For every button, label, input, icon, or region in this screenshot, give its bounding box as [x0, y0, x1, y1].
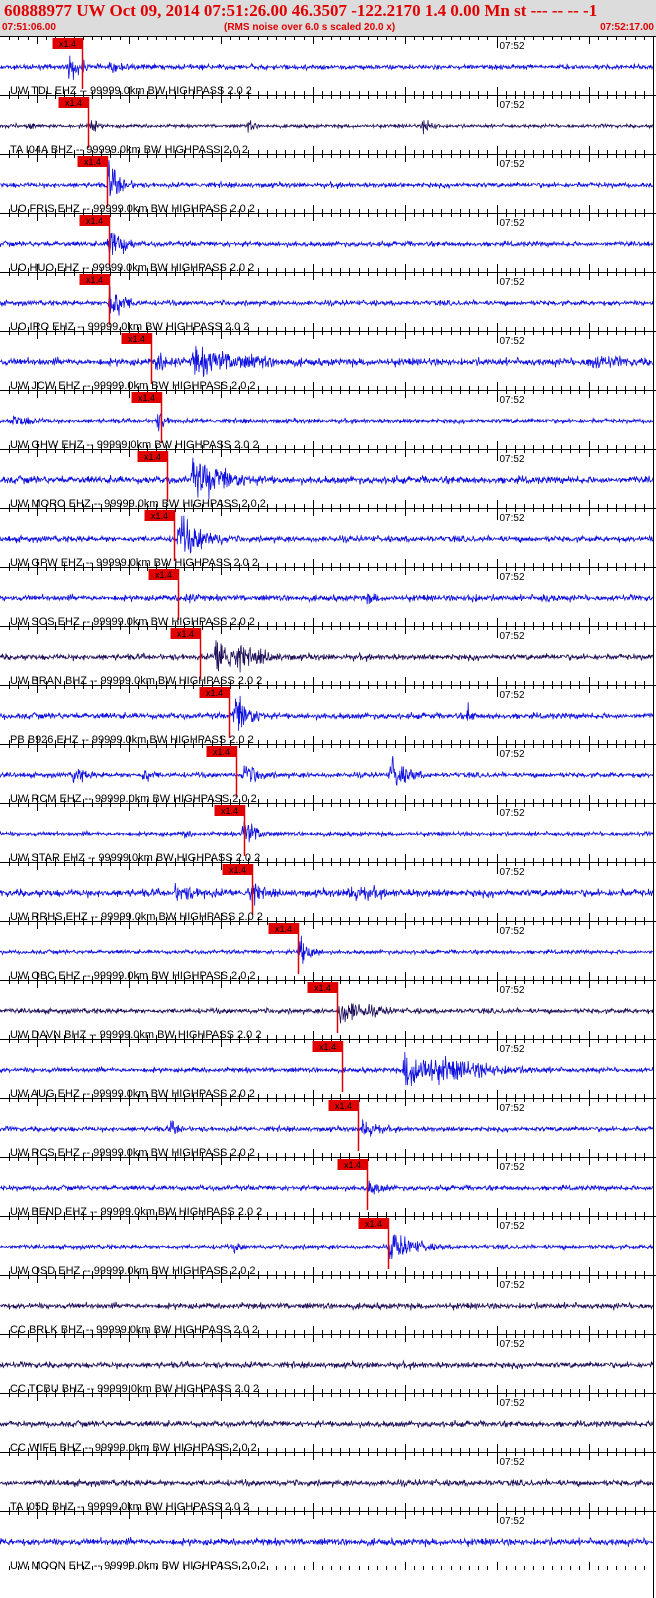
- rms-noise-note: (RMS noise over 6.0 s scaled 20.0 x): [224, 22, 396, 33]
- minute-tick-label: 07:52: [500, 395, 525, 406]
- scale-badge-text: x1.4: [275, 924, 292, 934]
- scale-badge-text: x1.4: [59, 39, 76, 49]
- minute-tick-label: 07:52: [500, 1280, 525, 1291]
- minute-tick-label: 07:52: [500, 159, 525, 170]
- minute-tick-label: 07:52: [500, 100, 525, 111]
- waveform-trace: [0, 695, 654, 731]
- minute-tick-label: 07:52: [500, 808, 525, 819]
- scale-badge-text: x1.4: [138, 393, 155, 403]
- minute-tick-label: 07:52: [500, 218, 525, 229]
- minute-tick-label: 07:52: [500, 1103, 525, 1114]
- scale-badge-text: x1.4: [221, 806, 238, 816]
- waveform-trace: [0, 412, 654, 432]
- scale-badge-text: x1.4: [229, 865, 246, 875]
- waveform-trace: [0, 1536, 654, 1548]
- waveform-trace: [0, 821, 654, 843]
- scale-badge-text: x1.4: [65, 98, 82, 108]
- scale-badge-text: x1.4: [144, 452, 161, 462]
- waveform-trace: [0, 593, 654, 605]
- scale-badge-text: x1.4: [86, 216, 103, 226]
- minute-tick-label: 07:52: [500, 867, 525, 878]
- scale-badge-text: x1.4: [128, 334, 145, 344]
- minute-tick-label: 07:52: [500, 926, 525, 937]
- waveform-trace: [0, 120, 654, 135]
- waveform-trace: [0, 55, 654, 80]
- seismogram-plot: 07:52x1.4UW TDL EHZ -- 99999.0km BW HIGH…: [0, 36, 656, 1598]
- waveform-trace: [0, 345, 654, 377]
- minute-tick-label: 07:52: [500, 41, 525, 52]
- minute-tick-label: 07:52: [500, 513, 525, 524]
- scale-badge-text: x1.4: [319, 1042, 336, 1052]
- scale-badge-text: x1.4: [335, 1101, 352, 1111]
- waveform-trace: [0, 1359, 654, 1370]
- waveform-trace: [0, 232, 653, 256]
- scale-badge-text: x1.4: [155, 570, 172, 580]
- scale-badge-text: x1.4: [151, 511, 168, 521]
- minute-tick-label: 07:52: [500, 1516, 525, 1527]
- minute-tick-label: 07:52: [500, 277, 525, 288]
- minute-tick-label: 07:52: [500, 1457, 525, 1468]
- waveform-trace: [0, 1051, 654, 1087]
- scale-badge-text: x1.4: [84, 157, 101, 167]
- event-title: 60888977 UW Oct 09, 2014 07:51:26.00 46.…: [4, 1, 598, 20]
- waveform-trace: [0, 1180, 654, 1195]
- minute-tick-label: 07:52: [500, 690, 525, 701]
- waveform-trace: [0, 755, 654, 787]
- waveform-trace: [0, 640, 654, 673]
- start-time: 07:51:06.00: [2, 22, 56, 33]
- end-time: 07:52:17.00: [600, 22, 654, 33]
- waveform-trace: [0, 515, 654, 554]
- waveform-trace: [0, 1419, 654, 1429]
- waveform-trace: [0, 1301, 654, 1311]
- scale-badge-text: x1.4: [206, 688, 223, 698]
- scale-badge-text: x1.4: [213, 747, 230, 757]
- minute-tick-label: 07:52: [500, 1221, 525, 1232]
- trace-label: UW MOON EHZ -- 99999.0km BW HIGHPASS 2.0…: [10, 1560, 266, 1572]
- waveform-trace: [0, 1002, 654, 1024]
- waveform-trace: [0, 882, 654, 906]
- scale-badge-text: x1.4: [314, 983, 331, 993]
- minute-tick-label: 07:52: [500, 454, 525, 465]
- waveform-trace: [0, 1234, 654, 1260]
- minute-tick-label: 07:52: [500, 1162, 525, 1173]
- scale-badge-text: x1.4: [86, 275, 103, 285]
- waveform-trace: [0, 935, 654, 964]
- waveform-trace: [0, 1119, 654, 1137]
- minute-tick-label: 07:52: [500, 572, 525, 583]
- minute-tick-label: 07:52: [500, 749, 525, 760]
- minute-tick-label: 07:52: [500, 336, 525, 347]
- event-header: 60888977 UW Oct 09, 2014 07:51:26.00 46.…: [0, 0, 656, 36]
- minute-tick-label: 07:52: [500, 985, 525, 996]
- waveform-trace: [0, 286, 654, 316]
- minute-tick-label: 07:52: [500, 631, 525, 642]
- minute-tick-label: 07:52: [500, 1398, 525, 1409]
- minute-tick-label: 07:52: [500, 1044, 525, 1055]
- waveform-trace: [0, 1478, 654, 1489]
- scale-badge-text: x1.4: [177, 629, 194, 639]
- waveform-trace: [0, 457, 654, 500]
- scale-badge-text: x1.4: [344, 1160, 361, 1170]
- minute-tick-label: 07:52: [500, 1339, 525, 1350]
- scale-badge-text: x1.4: [365, 1219, 382, 1229]
